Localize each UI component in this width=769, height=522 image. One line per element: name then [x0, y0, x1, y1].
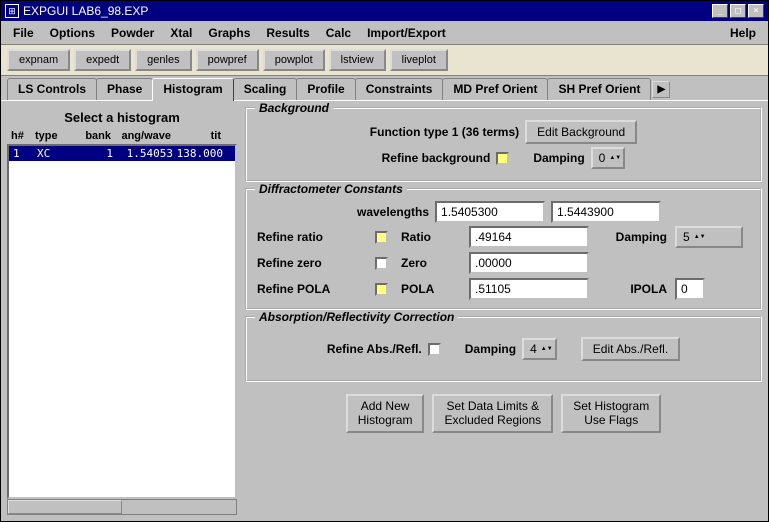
refine-zero-checkbox[interactable] [375, 257, 388, 270]
menu-xtal[interactable]: Xtal [162, 24, 200, 42]
absorption-group: Absorption/Reflectivity Correction Refin… [245, 316, 762, 382]
histogram-list-header: h# type bank ang/wave tit [7, 128, 237, 144]
tab-md-pref-orient[interactable]: MD Pref Orient [442, 78, 548, 100]
titlebar: ⊞ EXPGUI LAB6_98.EXP _ □ × [1, 1, 768, 21]
refine-ratio-checkbox[interactable] [375, 231, 388, 244]
tab-histogram[interactable]: Histogram [152, 78, 233, 101]
tool-powpref[interactable]: powpref [196, 49, 259, 71]
menu-graphs[interactable]: Graphs [200, 24, 258, 42]
tab-ls-controls[interactable]: LS Controls [7, 78, 97, 100]
absorp-legend: Absorption/Reflectivity Correction [255, 310, 458, 324]
set-data-limits-button[interactable]: Set Data Limits & Excluded Regions [432, 394, 553, 433]
set-use-flags-button[interactable]: Set Histogram Use Flags [561, 394, 661, 433]
ipola-input[interactable] [675, 278, 705, 300]
col-tit: tit [171, 130, 221, 142]
minimize-button[interactable]: _ [712, 4, 728, 18]
wavelength2-input[interactable] [551, 201, 661, 223]
menu-file[interactable]: File [5, 24, 42, 42]
refine-pola-label: Refine POLA [257, 282, 367, 296]
col-bank: bank [73, 130, 111, 142]
menu-powder[interactable]: Powder [103, 24, 162, 42]
titlebar-text: EXPGUI LAB6_98.EXP [23, 4, 712, 18]
histogram-list-panel: Select a histogram h# type bank ang/wave… [7, 107, 237, 515]
ratio-label: Ratio [401, 230, 461, 244]
tab-scroll-right-icon[interactable]: ▶ [652, 81, 670, 98]
menu-help[interactable]: Help [722, 24, 764, 42]
menubar: File Options Powder Xtal Graphs Results … [1, 21, 768, 45]
diff-legend: Diffractometer Constants [255, 182, 407, 196]
toolbar: expnam expedt genles powpref powplot lst… [1, 45, 768, 76]
pola-input[interactable] [469, 278, 589, 300]
close-button[interactable]: × [748, 4, 764, 18]
list-item[interactable]: 1 XC 1 1.54053 138.000 [9, 146, 235, 161]
function-type-label: Function type 1 (36 terms) [370, 125, 519, 139]
tabbar: LS Controls Phase Histogram Scaling Prof… [1, 78, 768, 100]
ipola-label: IPOLA [597, 282, 667, 296]
refine-background-label: Refine background [382, 151, 491, 165]
zero-input[interactable] [469, 252, 589, 274]
spinner-arrows-icon: ▲▼ [609, 156, 617, 161]
col-angwave: ang/wave [111, 130, 171, 142]
refine-abs-checkbox[interactable] [428, 343, 441, 356]
edit-abs-button[interactable]: Edit Abs./Refl. [581, 337, 680, 361]
tool-genles[interactable]: genles [135, 49, 191, 71]
tool-lstview[interactable]: lstview [329, 49, 386, 71]
histogram-scrollbar[interactable] [7, 499, 237, 515]
diff-damping-spinner[interactable]: 5 ▲▼ [675, 226, 743, 248]
background-legend: Background [255, 101, 333, 115]
menu-calc[interactable]: Calc [318, 24, 359, 42]
background-group: Background Function type 1 (36 terms) Ed… [245, 107, 762, 182]
app-icon: ⊞ [5, 4, 19, 18]
histogram-list[interactable]: 1 XC 1 1.54053 138.000 [7, 144, 237, 499]
add-histogram-button[interactable]: Add New Histogram [346, 394, 425, 433]
spinner-arrows-icon: ▲▼ [541, 347, 549, 352]
titlebar-buttons: _ □ × [712, 4, 764, 18]
scrollbar-thumb[interactable] [8, 500, 122, 514]
spinner-arrows-icon: ▲▼ [694, 235, 702, 240]
bg-damping-label: Damping [533, 151, 584, 165]
zero-label: Zero [401, 256, 461, 270]
refine-zero-label: Refine zero [257, 256, 367, 270]
tab-sh-pref-orient[interactable]: SH Pref Orient [547, 78, 651, 100]
diff-damping-label: Damping [597, 230, 667, 244]
tab-profile[interactable]: Profile [296, 78, 355, 100]
pola-label: POLA [401, 282, 461, 296]
maximize-button[interactable]: □ [730, 4, 746, 18]
edit-background-button[interactable]: Edit Background [525, 120, 637, 144]
tab-phase[interactable]: Phase [96, 78, 153, 100]
col-h: h# [11, 130, 35, 142]
tool-expedt[interactable]: expedt [74, 49, 131, 71]
histogram-list-title: Select a histogram [7, 107, 237, 128]
refine-pola-checkbox[interactable] [375, 283, 388, 296]
tab-scaling[interactable]: Scaling [233, 78, 298, 100]
abs-damping-spinner[interactable]: 4 ▲▼ [522, 338, 557, 360]
settings-panel: Background Function type 1 (36 terms) Ed… [245, 107, 762, 515]
tool-expnam[interactable]: expnam [7, 49, 70, 71]
abs-damping-label: Damping [465, 342, 516, 356]
col-type: type [35, 130, 73, 142]
diffractometer-group: Diffractometer Constants wavelengths Ref… [245, 188, 762, 310]
wavelengths-label: wavelengths [357, 205, 429, 219]
menu-import-export[interactable]: Import/Export [359, 24, 454, 42]
tab-content: Select a histogram h# type bank ang/wave… [1, 100, 768, 521]
menu-results[interactable]: Results [258, 24, 317, 42]
refine-background-checkbox[interactable] [496, 152, 509, 165]
ratio-input[interactable] [469, 226, 589, 248]
bg-damping-spinner[interactable]: 0 ▲▼ [591, 147, 626, 169]
tool-liveplot[interactable]: liveplot [390, 49, 448, 71]
refine-abs-label: Refine Abs./Refl. [327, 342, 422, 356]
wavelength1-input[interactable] [435, 201, 545, 223]
refine-ratio-label: Refine ratio [257, 230, 367, 244]
app-window: ⊞ EXPGUI LAB6_98.EXP _ □ × File Options … [0, 0, 769, 522]
bottom-button-row: Add New Histogram Set Data Limits & Excl… [245, 388, 762, 433]
menu-options[interactable]: Options [42, 24, 103, 42]
tool-powplot[interactable]: powplot [263, 49, 325, 71]
tab-constraints[interactable]: Constraints [355, 78, 444, 100]
